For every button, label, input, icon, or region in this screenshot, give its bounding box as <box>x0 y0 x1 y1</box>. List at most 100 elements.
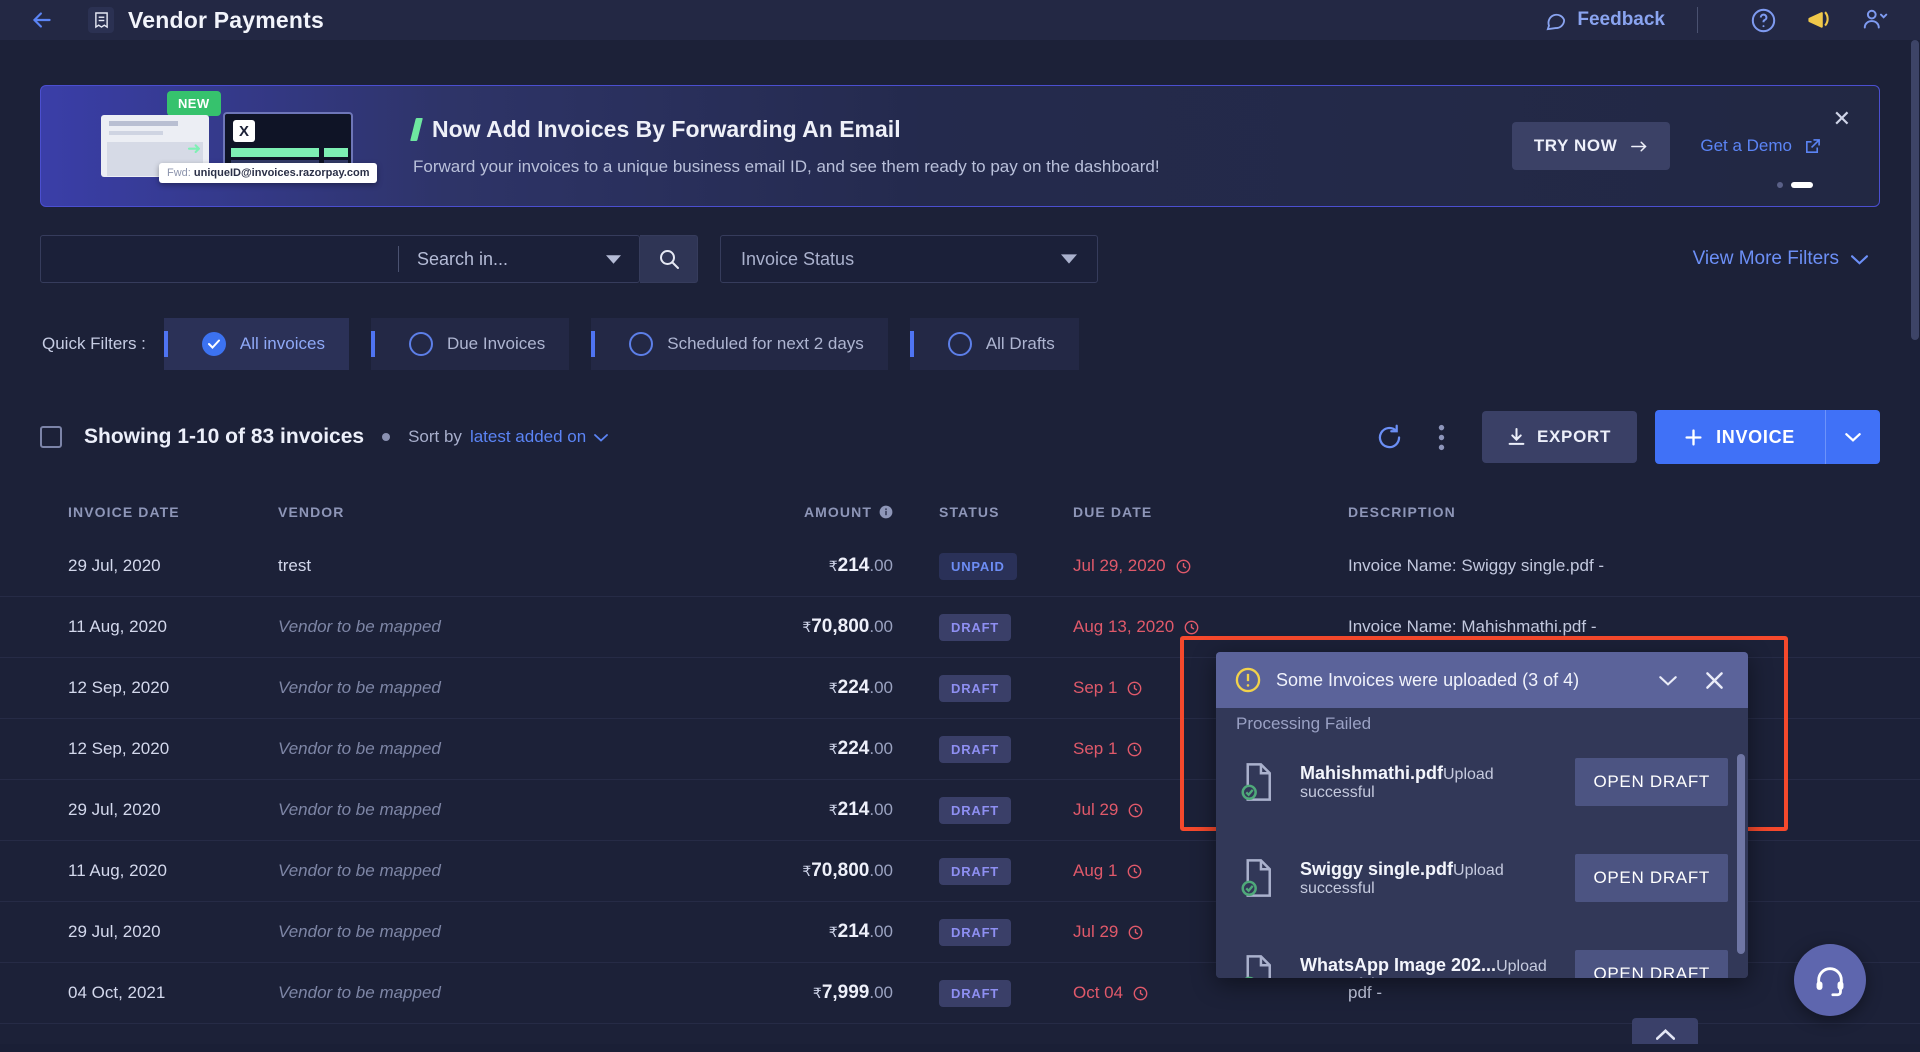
promo-title-row: Now Add Invoices By Forwarding An Email <box>410 116 1160 143</box>
back-button[interactable] <box>22 0 62 40</box>
open-draft-button[interactable]: OPEN DRAFT <box>1575 758 1728 806</box>
header-divider <box>1697 7 1698 33</box>
feedback-label: Feedback <box>1577 9 1665 30</box>
amount-major: 224 <box>837 677 870 698</box>
new-invoice-button-group: INVOICE <box>1655 410 1880 464</box>
view-more-filters-button[interactable]: View More Filters <box>1693 248 1868 270</box>
search-scope-select[interactable]: Search in... <box>399 236 639 282</box>
account-menu-button[interactable] <box>1852 0 1898 43</box>
external-link-icon <box>1806 138 1820 153</box>
carousel-dots[interactable] <box>1777 182 1813 188</box>
search-box: Search in... <box>40 235 640 283</box>
due-date-text: Aug 1 <box>1073 861 1118 880</box>
search-input[interactable] <box>41 236 398 282</box>
select-all-checkbox[interactable] <box>40 426 62 448</box>
page-title: Vendor Payments <box>128 6 325 33</box>
banner-close-button[interactable]: ✕ <box>1833 108 1851 130</box>
radio-unselected-icon <box>947 332 972 356</box>
amount-major: 70,800 <box>811 616 870 637</box>
amount-major: 70,800 <box>811 860 870 881</box>
due-date-text: Aug 13, 2020 <box>1073 617 1175 636</box>
table-row[interactable]: 11 Aug, 2020 Vendor to be mapped ₹70,800.0… <box>0 597 1920 658</box>
user-chevron-icon <box>1863 9 1888 29</box>
scrollbar-thumb[interactable] <box>1911 40 1919 340</box>
upload-file-row: Swiggy single.pdfUpload successful OPEN D… <box>1216 830 1748 926</box>
showing-count: Showing 1-10 of 83 invoices <box>84 425 365 448</box>
chevron-down-icon <box>606 254 621 264</box>
refresh-button[interactable] <box>1364 411 1416 463</box>
search-button[interactable] <box>640 235 698 283</box>
kebab-menu-icon <box>1439 424 1445 450</box>
currency-symbol: ₹ <box>828 680 838 696</box>
get-demo-link[interactable]: Get a Demo <box>1700 136 1821 156</box>
due-date-text: Sep 1 <box>1073 678 1118 697</box>
announcements-button[interactable] <box>1796 0 1842 43</box>
more-options-button[interactable] <box>1416 411 1468 463</box>
radio-unselected-icon <box>629 332 654 356</box>
due-date-text: Jul 29 <box>1073 800 1119 819</box>
column-header-status: STATUS <box>939 504 1000 520</box>
status-badge: DRAFT <box>939 857 1012 885</box>
open-draft-button[interactable]: OPEN DRAFT <box>1575 854 1728 902</box>
status-badge: UNPAID <box>939 552 1017 580</box>
thumb-email-address: uniqueID@invoices.razorpay.com <box>193 167 370 179</box>
quick-filter-all-drafts[interactable]: All Drafts <box>909 318 1079 370</box>
separator-dot <box>382 433 391 441</box>
amount-minor: .00 <box>869 617 893 636</box>
popup-scrollbar-thumb[interactable] <box>1737 754 1745 954</box>
quick-filter-due-invoices[interactable]: Due Invoices <box>370 318 570 370</box>
due-date-text: Oct 04 <box>1073 983 1124 1002</box>
new-invoice-dropdown-button[interactable] <box>1826 432 1880 442</box>
open-draft-button[interactable]: OPEN DRAFT <box>1575 950 1728 978</box>
currency-symbol: ₹ <box>828 741 838 757</box>
filter-accent-bar <box>370 331 375 357</box>
headset-icon <box>1816 967 1844 997</box>
invoice-status-select[interactable]: Invoice Status <box>720 235 1098 283</box>
amount-minor: .00 <box>869 922 893 941</box>
cell-status: DRAFT <box>893 735 1073 763</box>
feedback-button[interactable]: Feedback <box>1544 9 1665 32</box>
upload-file-name: WhatsApp Image 202... <box>1300 954 1497 975</box>
table-row[interactable]: 29 Jul, 2020 trest ₹214.00 UNPAID Jul 29, 20… <box>0 536 1920 597</box>
status-badge: DRAFT <box>939 796 1012 824</box>
chevron-down-icon <box>594 433 609 442</box>
cell-amount: ₹70,800.00 <box>678 616 893 638</box>
question-circle-icon <box>1751 8 1775 32</box>
try-now-button[interactable]: TRY NOW <box>1511 122 1671 170</box>
quick-filter-label: Due Invoices <box>446 334 546 353</box>
thumb-fwd-label: Fwd: <box>167 167 191 179</box>
carousel-dot[interactable] <box>1777 182 1783 188</box>
radio-unselected-icon <box>408 332 433 356</box>
quick-filter-scheduled[interactable]: Scheduled for next 2 days <box>591 318 888 370</box>
cell-status: DRAFT <box>893 857 1073 885</box>
clock-icon <box>1128 742 1142 756</box>
cell-invoice-date: 29 Jul, 2020 <box>68 800 161 819</box>
new-invoice-label: INVOICE <box>1716 426 1795 447</box>
cell-status: DRAFT <box>893 918 1073 946</box>
file-check-icon <box>1236 856 1280 900</box>
chevron-down-icon <box>1659 675 1677 686</box>
new-invoice-button[interactable]: INVOICE <box>1655 427 1825 448</box>
upload-file-info: Mahishmathi.pdfUpload successful <box>1300 763 1555 802</box>
search-row: Search in... Invoice Status <box>40 235 1098 283</box>
upload-popup-close-button[interactable] <box>1698 664 1730 696</box>
thumb-email-chip: Fwd: uniqueID@invoices.razorpay.com <box>159 163 378 183</box>
promo-actions: TRY NOW Get a Demo <box>1511 122 1821 170</box>
info-icon[interactable] <box>879 505 893 519</box>
sort-control[interactable]: Sort by latest added on <box>408 427 609 447</box>
support-chat-button[interactable] <box>1794 944 1866 1016</box>
upload-file-list: Mahishmathi.pdfUpload successful OPEN DRA… <box>1216 734 1748 978</box>
export-button[interactable]: EXPORT <box>1481 411 1638 463</box>
help-button[interactable] <box>1740 0 1786 43</box>
cell-invoice-date: 11 Aug, 2020 <box>68 617 167 636</box>
export-label: EXPORT <box>1536 427 1612 446</box>
upload-popup-collapse-button[interactable] <box>1652 664 1684 696</box>
cell-amount: ₹224.00 <box>678 738 893 760</box>
quick-filter-all-invoices[interactable]: All invoices <box>163 318 349 370</box>
carousel-dot-active[interactable] <box>1791 182 1813 188</box>
cell-description: Invoice Name: Mahishmathi.pdf - <box>1348 617 1597 636</box>
quick-filters: Quick Filters : All invoices Due Invoice… <box>42 318 1079 370</box>
currency-symbol: ₹ <box>802 863 812 879</box>
cell-amount: ₹7,999.00 <box>678 982 893 1004</box>
upload-file-row: Mahishmathi.pdfUpload successful OPEN DRA… <box>1216 734 1748 830</box>
